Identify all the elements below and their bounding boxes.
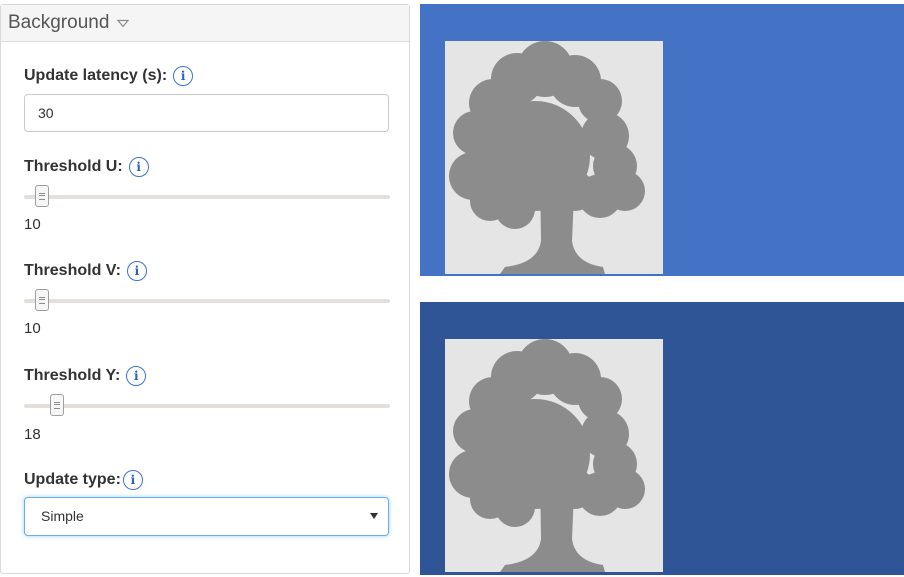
slider-track[interactable] <box>24 195 390 199</box>
caret-down-icon <box>370 513 378 519</box>
threshold-y-value: 18 <box>24 426 41 443</box>
threshold-u-slider[interactable] <box>24 185 390 209</box>
threshold-v-label: Threshold V: <box>24 262 121 279</box>
tree-icon <box>449 41 645 274</box>
info-circle-icon[interactable]: i <box>122 470 143 490</box>
chevron-down-icon[interactable] <box>117 19 130 28</box>
info-circle-icon[interactable]: i <box>126 366 147 386</box>
video-pane-top <box>420 4 904 276</box>
update-type-label-row: Update type: i <box>24 470 143 490</box>
threshold-u-label: Threshold U: <box>24 158 123 175</box>
info-circle-icon[interactable]: i <box>126 261 147 281</box>
threshold-v-value: 10 <box>24 320 41 337</box>
info-circle-icon[interactable]: i <box>173 66 194 86</box>
tree-icon <box>449 339 645 572</box>
info-circle-icon[interactable]: i <box>128 157 149 177</box>
tree-image-top <box>445 41 663 274</box>
tree-image-bottom <box>445 339 663 572</box>
slider-track[interactable] <box>24 404 390 408</box>
threshold-y-label-row: Threshold Y: i <box>24 366 147 386</box>
threshold-y-label: Threshold Y: <box>24 367 121 384</box>
latency-input[interactable]: 30 <box>24 94 389 132</box>
video-pane-bottom <box>420 302 904 575</box>
threshold-y-slider[interactable] <box>24 394 390 418</box>
update-type-label: Update type: <box>24 471 121 488</box>
slider-track[interactable] <box>24 299 390 303</box>
threshold-u-value: 10 <box>24 216 41 233</box>
slider-handle[interactable] <box>35 185 50 207</box>
slider-handle[interactable] <box>49 394 64 416</box>
latency-label-row: Update latency (s): i <box>24 66 194 86</box>
threshold-v-label-row: Threshold V: i <box>24 261 147 281</box>
panel-header[interactable]: Background <box>1 5 409 42</box>
panel-title: Background <box>8 12 110 33</box>
latency-label: Update latency (s): <box>24 67 168 84</box>
slider-handle[interactable] <box>35 289 50 311</box>
threshold-v-slider[interactable] <box>24 289 390 313</box>
threshold-u-label-row: Threshold U: i <box>24 157 149 177</box>
update-type-select[interactable]: Simple <box>24 497 389 536</box>
update-type-selected: Simple <box>41 508 84 524</box>
